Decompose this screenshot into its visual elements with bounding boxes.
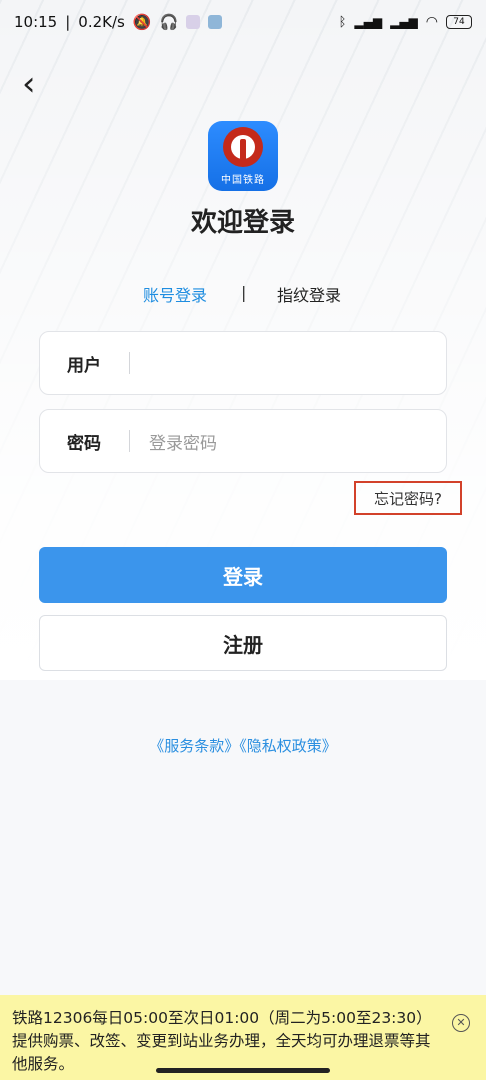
chevron-left-icon: ‹ xyxy=(22,64,36,104)
signal-icon: ▂▄▆ xyxy=(390,15,418,29)
username-label: 用户 xyxy=(67,355,101,376)
status-bar: 10:15 | 0.2K/s 🔕 🎧 ᛒ ▂▄▆ ▂▄▆ ◠ 74 xyxy=(0,0,486,44)
login-button[interactable]: 登录 xyxy=(39,547,447,603)
username-field[interactable]: 用户 xyxy=(39,331,447,395)
tab-fingerprint-login[interactable]: 指纹登录 xyxy=(277,282,341,306)
forgot-password-link[interactable]: 忘记密码? xyxy=(354,481,462,515)
notice-text: 铁路12306每日05:00至次日01:00（周二为5:00至23:30）提供购… xyxy=(12,1009,432,1073)
password-field[interactable]: 密码 登录密码 xyxy=(39,409,447,473)
login-tabs: 账号登录 | 指纹登录 xyxy=(0,282,486,306)
back-button[interactable]: ‹ xyxy=(22,66,54,102)
railway-emblem-icon xyxy=(223,127,263,167)
app-icon xyxy=(208,15,223,29)
field-divider xyxy=(129,352,130,374)
status-speed: 0.2K/s xyxy=(78,13,125,31)
wifi-icon: ◠ xyxy=(425,14,438,30)
status-separator: | xyxy=(65,13,71,31)
mute-bell-icon: 🔕 xyxy=(132,13,152,31)
signal-icon: ▂▄▆ xyxy=(354,15,383,29)
battery-icon: 74 xyxy=(446,15,472,29)
headphones-icon: 🎧 xyxy=(159,13,179,31)
terms-links[interactable]: 《服务条款》《隐私权政策》 xyxy=(0,735,486,756)
password-input[interactable]: 登录密码 xyxy=(130,429,217,454)
battery-level: 74 xyxy=(453,17,465,27)
status-time: 10:15 xyxy=(14,13,58,31)
home-indicator[interactable] xyxy=(156,1068,330,1073)
register-button[interactable]: 注册 xyxy=(39,615,447,671)
tab-separator: | xyxy=(241,283,247,302)
app-icon xyxy=(186,15,201,29)
tab-account-login[interactable]: 账号登录 xyxy=(143,282,207,306)
logo-text: 中国铁路 xyxy=(221,175,265,186)
close-icon[interactable]: ✕ xyxy=(452,1014,470,1032)
bluetooth-icon: ᛒ xyxy=(338,14,347,30)
app-logo: 中国铁路 xyxy=(208,121,278,191)
password-label: 密码 xyxy=(67,433,101,454)
page-title: 欢迎登录 xyxy=(190,208,295,238)
